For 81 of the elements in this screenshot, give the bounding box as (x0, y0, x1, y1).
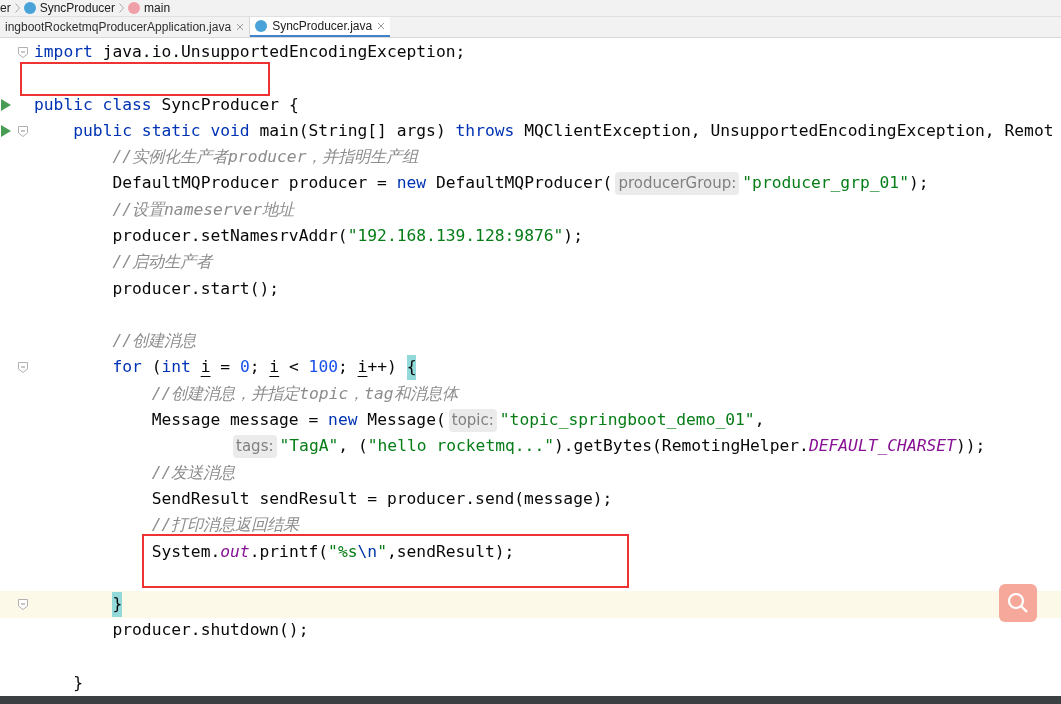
code-token: < (288, 356, 300, 379)
fold-icon[interactable] (18, 46, 28, 58)
code-token: "topic_springboot_demo_01" (499, 409, 755, 432)
code-token: producer.start(); (112, 277, 280, 300)
code-token: throws (455, 119, 515, 142)
code-token: producer.shutdown(); (112, 619, 309, 642)
class-icon (23, 2, 36, 14)
code-token: i (357, 356, 368, 379)
close-icon[interactable] (236, 23, 245, 31)
code-token: //启动生产者 (112, 251, 213, 274)
code-token: ; (249, 356, 261, 379)
code-token: main(String[] args) (259, 119, 447, 142)
code-token: i (200, 356, 211, 379)
code-token: i (269, 356, 280, 379)
chevron-icon (119, 3, 125, 13)
matched-brace: } (112, 592, 123, 617)
code-token: "192.168.139.128:9876" (347, 225, 564, 247)
code-token: //创建消息，并指定topic，tag和消息体 (151, 382, 458, 405)
chevron-icon (14, 3, 20, 13)
code-token: , (754, 409, 765, 432)
breadcrumb-item[interactable]: main (144, 0, 171, 17)
code-token: //实例化生产者producer，并指明生产组 (112, 146, 419, 169)
code-token: 100 (308, 356, 338, 379)
code-token: int (161, 356, 192, 379)
code-token: ); (908, 172, 929, 195)
code-token: //设置nameserver地址 (112, 198, 295, 221)
code-token: "%s (328, 540, 358, 563)
code-token: //发送消息 (151, 461, 236, 484)
code-token: "TagA" (279, 435, 339, 458)
code-token: , ( (338, 435, 368, 458)
parameter-hint: producerGroup: (615, 172, 740, 195)
parameter-hint: tags: (233, 435, 277, 458)
code-token: ,sendResult); (386, 540, 515, 563)
code-token: SyncProducer { (161, 93, 299, 116)
code-token: import (34, 40, 93, 63)
code-token: out (220, 540, 250, 563)
code-token: producer.setNamesrvAddr( (112, 225, 348, 247)
code-token: DEFAULT_CHARSET (808, 435, 956, 458)
code-token: //打印消息返回结果 (151, 514, 300, 537)
method-icon (128, 2, 141, 14)
fold-icon[interactable] (18, 598, 28, 610)
parameter-hint: topic: (448, 409, 497, 432)
close-icon[interactable] (377, 22, 386, 30)
code-token: } (73, 672, 84, 695)
code-token: DefaultMQProducer producer = (112, 172, 388, 195)
code-token: java.io.UnsupportedEncodingException; (102, 40, 466, 63)
editor-tab[interactable]: SyncProducer.java (250, 17, 391, 37)
code-token: = (220, 356, 232, 379)
code-token: .printf( (249, 540, 329, 563)
search-icon (1007, 592, 1029, 614)
code-token: " (377, 540, 387, 563)
code-token: "hello rocketmq..." (367, 435, 554, 458)
code-token: new (396, 172, 427, 195)
code-token: for (112, 356, 142, 379)
code-token: "producer_grp_01" (742, 172, 909, 195)
code-token: MQClientException, UnsupportedEncodingException, Remot (524, 119, 1054, 142)
code-token: ( (151, 356, 162, 379)
class-icon (255, 20, 268, 32)
code-token: //创建消息 (112, 330, 197, 353)
code-token: Message( (367, 409, 446, 432)
code-token: public class (34, 93, 152, 116)
code-token: ).getBytes(RemotingHelper. (554, 435, 809, 458)
code-token: ); (563, 225, 583, 247)
code-token: \n (357, 540, 378, 563)
code-token: new (328, 409, 358, 432)
code-token: SendResult sendResult = producer.send(message); (151, 487, 613, 510)
code-token: DefaultMQProducer( (435, 172, 613, 195)
breadcrumb-item[interactable]: er (0, 0, 11, 17)
code-token: Message message = (151, 409, 320, 432)
matched-brace: { (406, 355, 417, 380)
code-token: ; (338, 356, 349, 379)
fold-icon[interactable] (18, 125, 28, 137)
run-icon[interactable] (1, 125, 11, 138)
code-token: public static void (73, 119, 250, 142)
breadcrumb-item[interactable]: SyncProducer (39, 0, 116, 17)
code-token: System. (151, 540, 221, 563)
run-icon[interactable] (1, 98, 11, 111)
code-token: 0 (239, 356, 250, 379)
fold-icon[interactable] (18, 362, 28, 374)
code-token: ++) (367, 356, 398, 379)
search-button[interactable] (999, 584, 1037, 622)
